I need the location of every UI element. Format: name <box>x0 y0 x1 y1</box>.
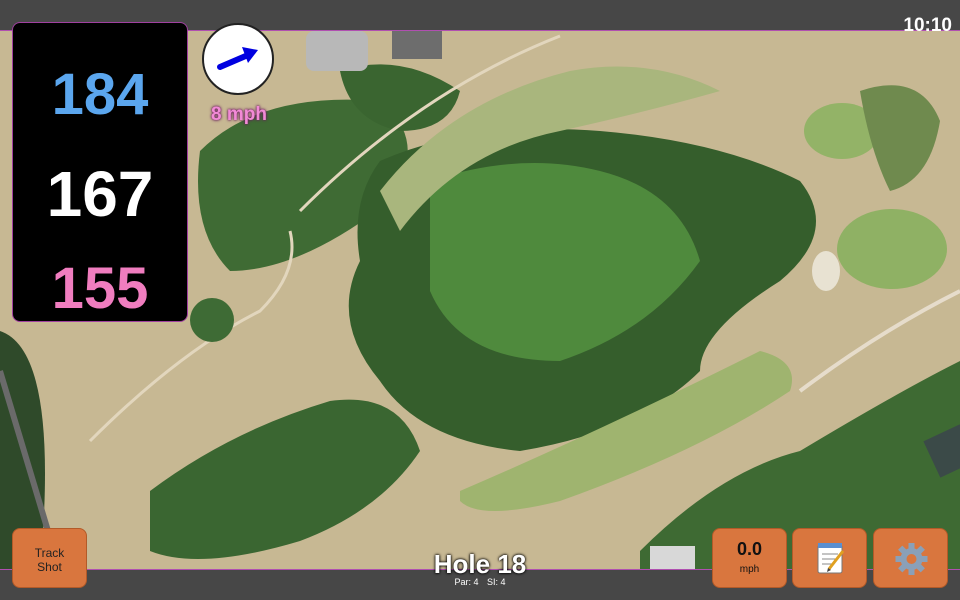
middle-yardage: 167 <box>46 158 154 230</box>
hole-title: Hole 18 <box>433 549 527 579</box>
wind-arrow-icon <box>217 47 258 70</box>
hole-stroke-index: SI: 4 <box>487 577 506 587</box>
track-shot-label-line2: Shot <box>37 560 62 574</box>
wind-direction-dial <box>202 23 274 95</box>
wind-speed-value: 0.0 <box>736 539 763 559</box>
track-shot-button[interactable]: Track Shot <box>12 528 87 588</box>
settings-button[interactable] <box>873 528 948 588</box>
front-yardage: 155 <box>51 256 149 321</box>
yardage-panel: 184 167 155 <box>12 22 188 322</box>
wind-speed-unit: mph <box>739 564 760 575</box>
notepad-icon <box>817 543 845 574</box>
hole-info: Par: 4 SI: 4 <box>380 577 580 587</box>
wind-speed-button[interactable]: 0.0 mph <box>712 528 787 588</box>
wind-speed-label: 8 mph <box>211 104 267 125</box>
back-yardage: 184 <box>51 62 149 127</box>
gear-icon <box>895 543 928 575</box>
track-shot-label-line1: Track <box>34 546 65 560</box>
clock: 10:10 <box>903 15 952 36</box>
notes-button[interactable] <box>792 528 867 588</box>
hole-par: Par: 4 <box>454 577 479 587</box>
